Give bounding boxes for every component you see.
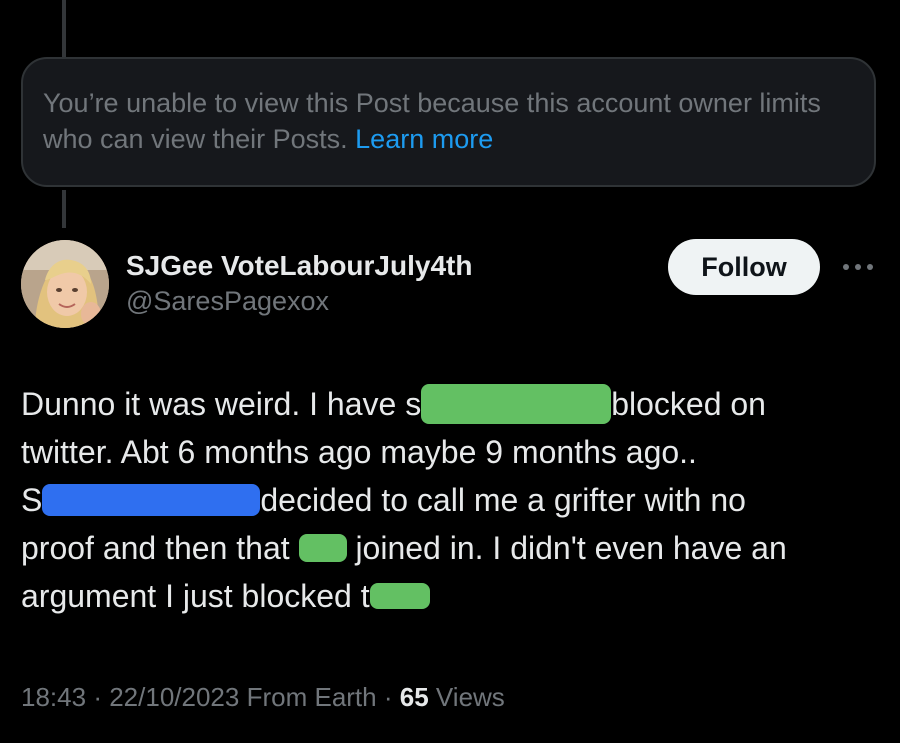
post-time[interactable]: 18:43 bbox=[21, 682, 86, 712]
author-handle[interactable]: @SaresPagexox bbox=[126, 286, 329, 317]
post-text-line: proof and then that joined in. I didn't … bbox=[21, 524, 881, 572]
post-text-segment: S bbox=[21, 482, 43, 518]
views-label: Views bbox=[435, 682, 505, 712]
post-date[interactable]: 22/10/2023 bbox=[109, 682, 239, 712]
meta-separator: · bbox=[383, 682, 393, 712]
post-text-segment: blocked on bbox=[611, 386, 766, 422]
post-text-segment: decided to call me a grifter with no bbox=[260, 482, 746, 518]
unavailable-post-notice: You’re unable to view this Post because … bbox=[21, 57, 876, 187]
post-text-segment: argument I just blocked bbox=[21, 578, 361, 614]
post-text-line: twitter. Abt 6 months ago maybe 9 months… bbox=[21, 434, 697, 470]
views-count: 65 bbox=[399, 682, 429, 712]
post-text-segment: proof and then that bbox=[21, 530, 299, 566]
meta-separator: · bbox=[93, 682, 102, 712]
redaction-scribble-green bbox=[421, 383, 612, 424]
post-text-segment: Dunno it was weird. I have s bbox=[21, 386, 422, 422]
post-source: From Earth bbox=[246, 682, 377, 712]
post-meta: 18:43 · 22/10/2023 From Earth · 65 Views bbox=[21, 682, 505, 713]
post-text-line: Sdecided to call me a grifter with no bbox=[21, 476, 881, 524]
redaction-scribble-green bbox=[298, 533, 347, 562]
post-text-segment: t bbox=[360, 578, 370, 614]
thread-connector-line bbox=[62, 190, 66, 228]
post-text-line: Dunno it was weird. I have s blocked on bbox=[21, 380, 881, 428]
follow-button[interactable]: Follow bbox=[668, 239, 820, 295]
post-text: Dunno it was weird. I have s blocked on t… bbox=[21, 380, 881, 620]
more-options-icon[interactable] bbox=[838, 255, 878, 279]
learn-more-link[interactable]: Learn more bbox=[355, 124, 493, 154]
redaction-scribble-blue bbox=[42, 483, 261, 516]
thread-connector-line bbox=[62, 0, 66, 58]
redaction-scribble-green bbox=[369, 582, 430, 609]
avatar[interactable] bbox=[21, 240, 109, 328]
post-text-line: argument I just blocked t bbox=[21, 572, 881, 620]
avatar-image bbox=[21, 240, 109, 328]
post-text-segment: joined in. I didn't even have an bbox=[346, 530, 787, 566]
author-display-name[interactable]: SJGee VoteLabourJuly4th bbox=[126, 250, 472, 282]
